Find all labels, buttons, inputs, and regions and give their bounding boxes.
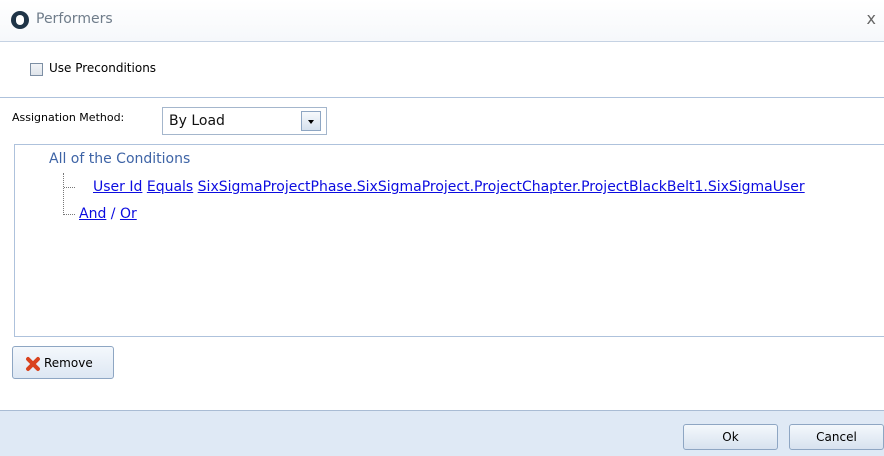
remove-button[interactable]: Remove (12, 346, 114, 379)
app-logo-icon (11, 11, 29, 29)
condition-rule: User Id Equals SixSigmaProjectPhase.SixS… (93, 179, 805, 195)
and-or-separator: / (110, 206, 116, 222)
assignation-method-select[interactable]: By Load (162, 107, 327, 135)
ok-button[interactable]: Ok (683, 424, 778, 450)
rule-operator-link[interactable]: Equals (147, 179, 193, 195)
title-bar: Performers x (0, 0, 884, 42)
use-preconditions-checkbox[interactable] (30, 63, 43, 76)
use-preconditions-label[interactable]: Use Preconditions (49, 61, 156, 75)
assignation-method-label: Assignation Method: (12, 111, 125, 124)
add-or-link[interactable]: Or (120, 206, 137, 222)
chevron-down-icon (308, 120, 314, 124)
assignation-method-value: By Load (169, 113, 225, 129)
window-title: Performers (36, 11, 113, 27)
add-and-link[interactable]: And (79, 206, 106, 222)
rule-value-link[interactable]: SixSigmaProjectPhase.SixSigmaProject.Pro… (198, 179, 805, 195)
conditions-tree: All of the Conditions User Id Equals Six… (14, 144, 884, 337)
preconditions-section: Use Preconditions (0, 41, 884, 98)
dropdown-button[interactable] (301, 111, 321, 131)
tree-connector (63, 173, 64, 215)
red-x-icon (25, 356, 41, 372)
dialog-footer: Ok Cancel (0, 410, 884, 456)
cancel-button[interactable]: Cancel (789, 424, 884, 450)
remove-label: Remove (44, 356, 93, 370)
rule-field-link[interactable]: User Id (93, 179, 142, 195)
close-button[interactable]: x (867, 9, 876, 28)
add-condition-row: And / Or (79, 206, 137, 222)
tree-connector (64, 187, 75, 188)
tree-connector (64, 214, 75, 215)
conditions-root-node[interactable]: All of the Conditions (49, 151, 190, 167)
